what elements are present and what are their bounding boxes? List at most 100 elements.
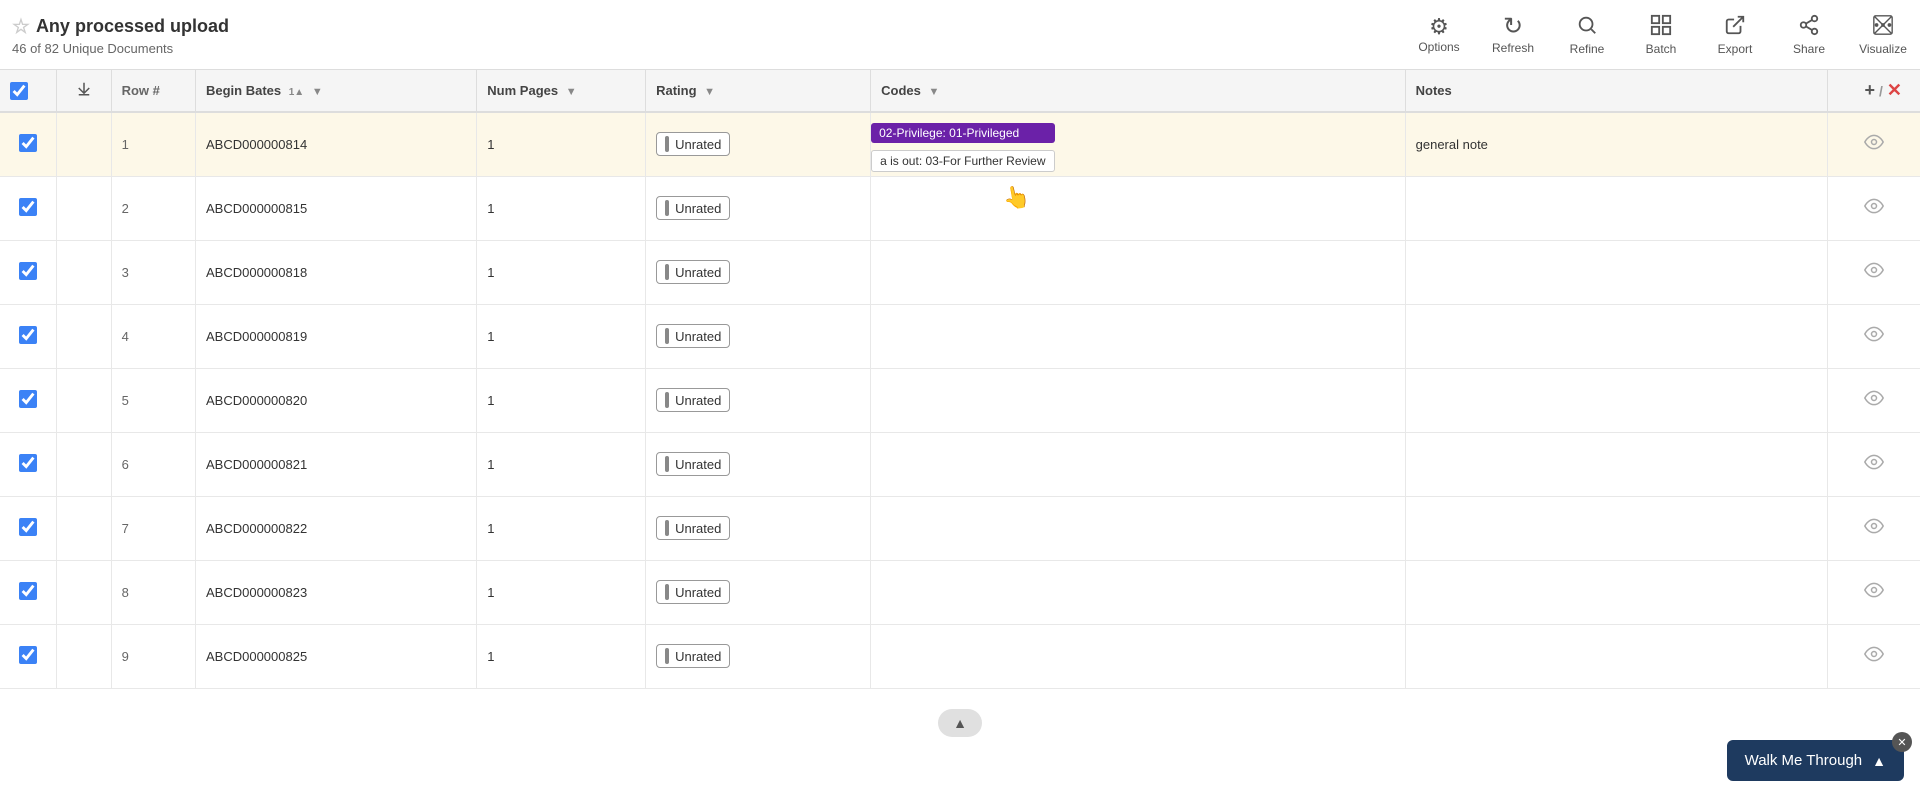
rating-cell[interactable]: Unrated [646,176,871,240]
visualize-button[interactable]: Visualize [1858,14,1908,56]
walk-me-through-close[interactable]: ✕ [1892,732,1912,752]
codes-cell[interactable] [871,176,1406,240]
rating-cell[interactable]: Unrated [646,304,871,368]
download-header-icon [75,81,93,101]
row-download-cell [56,112,111,176]
rating-header[interactable]: Rating ▼ [646,70,871,112]
begin-bates-filter-icon[interactable]: ▼ [312,86,323,98]
eye-icon[interactable] [1864,584,1884,604]
rating-badge[interactable]: Unrated [656,644,730,668]
rating-badge[interactable]: Unrated [656,196,730,220]
row-checkbox[interactable] [19,390,37,408]
row-checkbox-cell[interactable] [0,368,56,432]
code-tag[interactable]: a is out: 03-For Further Review [871,150,1054,172]
row-checkbox[interactable] [19,326,37,344]
codes-cell[interactable] [871,368,1406,432]
rating-cell[interactable]: Unrated [646,624,871,688]
row-checkbox-cell[interactable] [0,624,56,688]
eye-cell[interactable] [1827,368,1920,432]
batch-button[interactable]: Batch [1636,14,1686,56]
select-all-checkbox[interactable] [10,82,28,100]
row-checkbox[interactable] [19,646,37,664]
rating-filter-icon[interactable]: ▼ [704,86,715,98]
star-icon[interactable]: ☆ [12,14,30,39]
codes-cell[interactable] [871,624,1406,688]
eye-icon[interactable] [1864,328,1884,348]
rating-badge[interactable]: Unrated [656,260,730,284]
eye-cell[interactable] [1827,240,1920,304]
row-checkbox-cell[interactable] [0,496,56,560]
row-checkbox[interactable] [19,582,37,600]
codes-cell[interactable] [871,496,1406,560]
share-button[interactable]: Share [1784,14,1834,56]
rating-cell[interactable]: Unrated [646,560,871,624]
row-checkbox-cell[interactable] [0,112,56,176]
codes-header[interactable]: Codes ▼ [871,70,1406,112]
eye-icon[interactable] [1864,200,1884,220]
rating-cell[interactable]: Unrated [646,368,871,432]
codes-cell[interactable] [871,560,1406,624]
row-checkbox[interactable] [19,518,37,536]
codes-cell[interactable]: 02-Privilege: 01-Privileged a is out: 03-… [871,112,1406,176]
eye-icon[interactable] [1864,648,1884,668]
refresh-button[interactable]: ↻ Refresh [1488,15,1538,55]
rating-badge[interactable]: Unrated [656,132,730,156]
export-button[interactable]: Export [1710,14,1760,56]
rating-label: Unrated [675,329,721,344]
eye-icon[interactable] [1864,392,1884,412]
eye-icon[interactable] [1864,456,1884,476]
row-checkbox-cell[interactable] [0,176,56,240]
rating-cell[interactable]: Unrated [646,112,871,176]
codes-cell[interactable] [871,240,1406,304]
codes-filter-icon[interactable]: ▼ [928,86,939,98]
row-checkbox-cell[interactable] [0,432,56,496]
row-checkbox-cell[interactable] [0,304,56,368]
rating-badge[interactable]: Unrated [656,516,730,540]
add-column-icon[interactable]: + [1865,80,1876,101]
num-pages-filter-icon[interactable]: ▼ [566,86,577,98]
eye-cell[interactable] [1827,496,1920,560]
rating-badge[interactable]: Unrated [656,324,730,348]
walk-me-through-panel[interactable]: ✕ Walk Me Through ▲ [1727,740,1904,781]
scroll-up-button[interactable]: ▲ [938,709,982,737]
eye-icon[interactable] [1864,136,1884,156]
download-header[interactable] [56,70,111,112]
row-checkbox[interactable] [19,198,37,216]
row-checkbox[interactable] [19,262,37,280]
share-icon [1798,14,1820,40]
num-pages-cell: 1 [477,304,646,368]
rating-cell[interactable]: Unrated [646,240,871,304]
eye-icon[interactable] [1864,520,1884,540]
remove-column-icon[interactable]: ✕ [1887,80,1902,101]
eye-cell[interactable] [1827,304,1920,368]
row-number: 3 [111,240,195,304]
row-download-cell [56,432,111,496]
eye-cell[interactable] [1827,112,1920,176]
rating-cell[interactable]: Unrated [646,496,871,560]
codes-cell[interactable] [871,432,1406,496]
row-checkbox-cell[interactable] [0,240,56,304]
eye-cell[interactable] [1827,432,1920,496]
codes-cell[interactable] [871,304,1406,368]
row-checkbox[interactable] [19,454,37,472]
options-button[interactable]: ⚙ Options [1414,16,1464,54]
select-all-header[interactable] [0,70,56,112]
row-checkbox-cell[interactable] [0,560,56,624]
begin-bates-cell: ABCD000000815 [195,176,476,240]
eye-cell[interactable] [1827,176,1920,240]
rating-badge[interactable]: Unrated [656,452,730,476]
refine-button[interactable]: Refine [1562,14,1612,56]
rating-badge[interactable]: Unrated [656,580,730,604]
eye-cell[interactable] [1827,560,1920,624]
eye-cell[interactable] [1827,624,1920,688]
table-header-row: Row # Begin Bates 1▲ ▼ Num Pages ▼ Ratin… [0,70,1920,112]
rating-badge[interactable]: Unrated [656,388,730,412]
refresh-label: Refresh [1492,41,1534,55]
row-checkbox[interactable] [19,134,37,152]
num-pages-header[interactable]: Num Pages ▼ [477,70,646,112]
eye-icon[interactable] [1864,264,1884,284]
code-tag[interactable]: 02-Privilege: 01-Privileged [871,123,1054,143]
rating-cell[interactable]: Unrated [646,432,871,496]
begin-bates-header[interactable]: Begin Bates 1▲ ▼ [195,70,476,112]
row-number: 4 [111,304,195,368]
